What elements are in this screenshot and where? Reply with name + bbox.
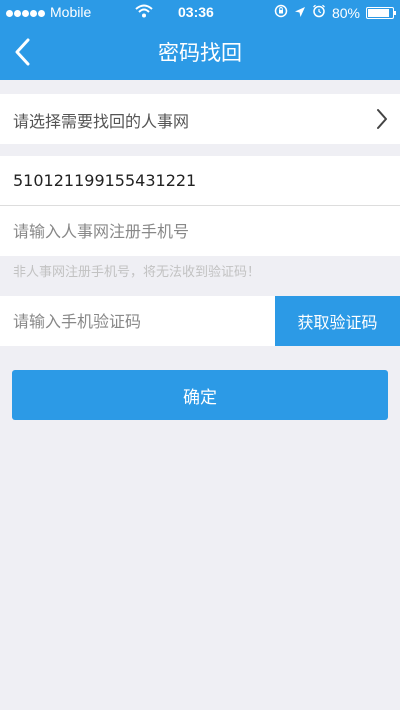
battery-icon: [366, 6, 396, 19]
alarm-icon: [312, 4, 326, 21]
wifi-icon: [135, 4, 153, 21]
status-time: 03:36: [178, 4, 214, 20]
verification-code-input[interactable]: [13, 296, 263, 346]
verification-code-row: 获取验证码: [0, 296, 400, 346]
nav-bar: 密码找回: [0, 24, 400, 80]
phone-hint: 非人事网注册手机号，将无法收到验证码！: [13, 265, 261, 280]
id-number-row: [0, 156, 400, 206]
carrier-name: Mobile: [50, 4, 92, 20]
id-number-input[interactable]: [13, 156, 383, 205]
status-right: 80%: [274, 4, 396, 21]
select-target-row[interactable]: 请选择需要找回的人事网: [0, 94, 400, 144]
page-title: 密码找回: [158, 41, 242, 65]
confirm-button[interactable]: 确定: [12, 370, 388, 420]
orientation-lock-icon: [274, 4, 288, 21]
get-code-button[interactable]: 获取验证码: [275, 296, 400, 346]
select-target-label: 请选择需要找回的人事网: [13, 112, 190, 131]
location-arrow-icon: [294, 5, 306, 21]
chevron-right-icon: [376, 108, 388, 134]
signal-dots-icon: [6, 4, 46, 20]
phone-input[interactable]: [13, 206, 383, 256]
phone-row: [0, 206, 400, 256]
status-left: Mobile: [6, 4, 91, 20]
battery-percent: 80%: [331, 4, 360, 21]
status-bar: Mobile 03:36 80%: [0, 0, 400, 24]
